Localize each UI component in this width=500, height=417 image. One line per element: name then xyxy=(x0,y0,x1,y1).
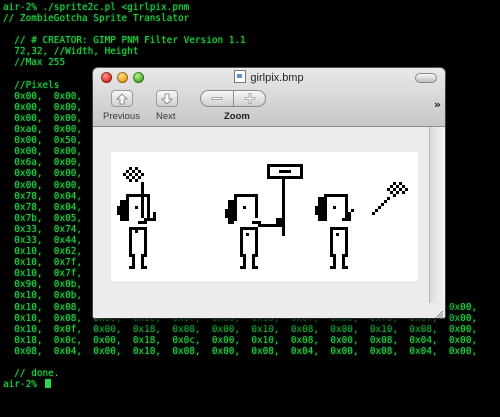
sprite-girl-sign xyxy=(225,164,303,269)
zoom-control xyxy=(200,90,266,107)
toolbar-overflow-icon[interactable]: » xyxy=(434,98,441,111)
previous-button[interactable] xyxy=(111,90,133,107)
terminal-line: // ZombieGotcha Sprite Translator xyxy=(3,13,190,25)
previous-label: Previous xyxy=(103,111,140,122)
window-title-bar: girlpix.bmp xyxy=(93,70,445,84)
vertical-scrollbar[interactable] xyxy=(429,127,445,303)
window-toolbar: girlpix.bmp Previous Next Zoom » xyxy=(93,68,445,127)
minus-icon xyxy=(211,97,223,100)
zoom-label: Zoom xyxy=(224,111,250,122)
window-title: girlpix.bmp xyxy=(250,72,304,84)
terminal-line: air-2% xyxy=(3,379,500,390)
sprite-image xyxy=(111,152,418,281)
next-label: Next xyxy=(156,111,176,122)
terminal-line: // done. xyxy=(3,368,60,380)
preview-window[interactable]: girlpix.bmp Previous Next Zoom » xyxy=(93,68,445,318)
terminal-line: //Max 255 xyxy=(3,57,66,69)
sprite-girl-axe xyxy=(117,167,156,269)
terminal-line: 72,32, //Width, Height xyxy=(3,46,139,58)
image-file-icon xyxy=(234,70,247,83)
terminal-line: // # CREATOR: GIMP PNM Filter Version 1.… xyxy=(3,35,246,47)
terminal-cursor xyxy=(44,379,51,389)
terminal-line: 0x08, 0x04, 0x00, 0x10, 0x08, 0x00, 0x08… xyxy=(3,345,478,357)
image-viewport[interactable] xyxy=(93,127,445,318)
resize-handle[interactable] xyxy=(432,305,444,318)
resize-grip-icon xyxy=(435,310,444,318)
terminal-line: air-2% ./sprite2c.pl <girlpix.pnm xyxy=(3,2,190,13)
toolbar-toggle-button[interactable] xyxy=(415,73,437,83)
plus-icon xyxy=(244,93,256,104)
next-button[interactable] xyxy=(156,90,178,107)
terminal-line: 0x10, 0x0f, 0x00, 0x18, 0x08, 0x00, 0x10… xyxy=(3,323,478,335)
sprite-girl-hatchet xyxy=(315,182,408,269)
sprite-sheet-graphic xyxy=(117,164,408,269)
zoom-in-button[interactable] xyxy=(234,91,265,106)
zoom-out-button[interactable] xyxy=(201,91,233,106)
arrow-up-icon xyxy=(116,93,128,105)
terminal-line: 0x18, 0x0c, 0x00, 0x18, 0x0c, 0x00, 0x10… xyxy=(3,334,478,346)
arrow-down-icon xyxy=(161,93,173,105)
